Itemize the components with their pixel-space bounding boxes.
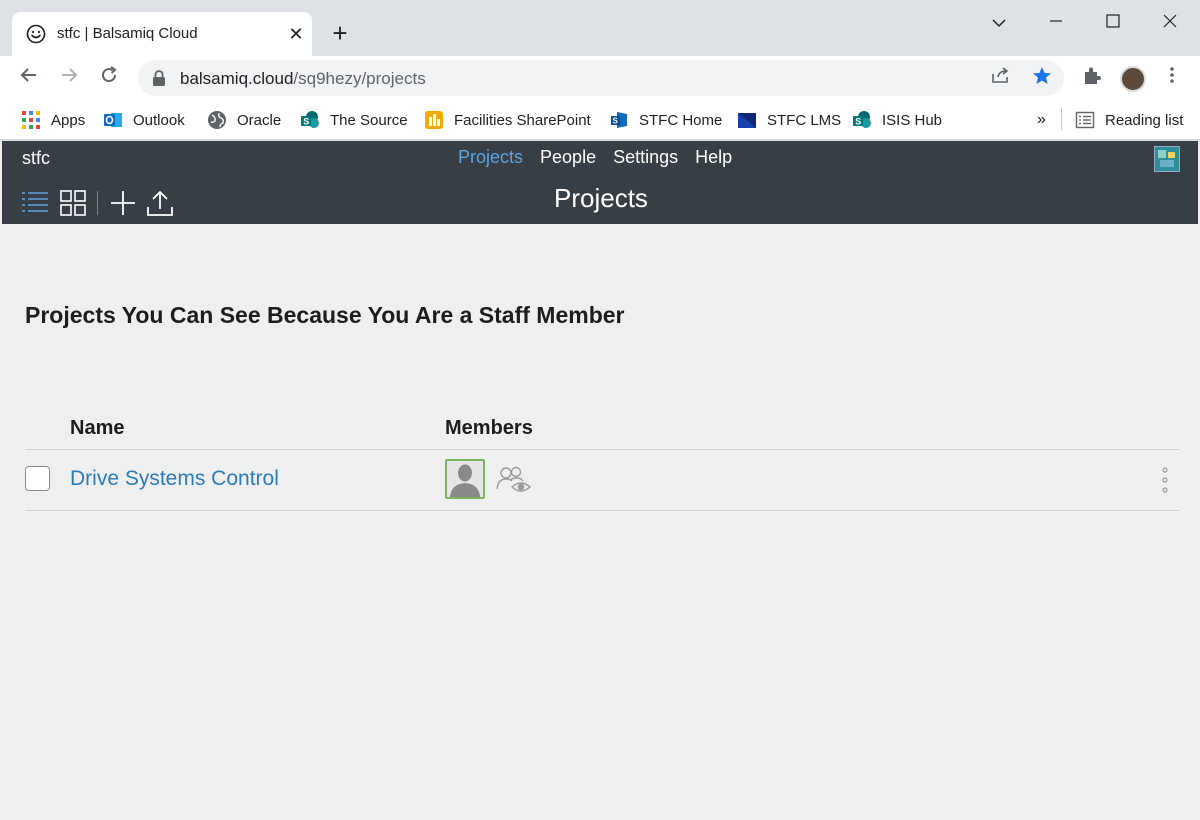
person-silhouette-icon: [447, 461, 483, 497]
project-name-link[interactable]: Drive Systems Control: [70, 467, 279, 491]
bookmark-label: STFC Home: [639, 111, 723, 129]
table-header-divider: [25, 449, 1179, 450]
bookmark-stfc-lms[interactable]: STFC LMS: [737, 108, 841, 132]
lock-icon: [153, 70, 165, 86]
bookmark-label: ISIS Hub: [882, 111, 943, 129]
row-menu-icon[interactable]: [1156, 465, 1174, 495]
grid-view-icon[interactable]: [59, 189, 87, 217]
sharepoint-icon: S: [853, 111, 871, 128]
new-tab-button[interactable]: +: [326, 20, 354, 48]
bookmark-label: Oracle: [237, 111, 282, 129]
user-avatar[interactable]: [1154, 146, 1180, 172]
bookmark-label: Facilities SharePoint: [454, 111, 591, 129]
nav-help[interactable]: Help: [695, 147, 732, 168]
tab-title: stfc | Balsamiq Cloud: [57, 25, 198, 42]
profile-avatar[interactable]: [1120, 66, 1146, 92]
sharepoint-icon: S: [611, 112, 627, 128]
close-window-icon[interactable]: [1150, 8, 1190, 36]
browser-toolbar: balsamiq.cloud/sq9hezy/projects: [0, 56, 1200, 100]
add-project-icon[interactable]: [109, 189, 137, 217]
facilities-icon: [425, 111, 443, 129]
sharepoint-icon: S: [301, 111, 319, 128]
bookmark-facilities-sharepoint[interactable]: Facilities SharePoint: [424, 108, 591, 132]
url-path: /sq9hezy/projects: [293, 69, 426, 88]
bookmarks-overflow-button[interactable]: »: [1037, 108, 1046, 132]
column-header-members: Members: [445, 417, 533, 439]
balsamiq-app: stfc Projects People Settings Help Proje…: [2, 141, 1198, 820]
tab-close-icon[interactable]: ✕: [284, 22, 308, 46]
section-title: Projects You Can See Because You Are a S…: [25, 302, 625, 328]
tab-strip: stfc | Balsamiq Cloud ✕ +: [0, 0, 1200, 56]
app-header: stfc Projects People Settings Help Proje…: [2, 141, 1198, 224]
svg-text:S: S: [613, 117, 619, 126]
bookmark-oracle[interactable]: Oracle: [207, 108, 281, 132]
url-host: balsamiq.cloud: [180, 69, 294, 88]
member-avatar[interactable]: [445, 459, 485, 499]
top-nav: Projects People Settings Help: [458, 147, 732, 168]
project-checkbox[interactable]: [25, 466, 50, 491]
tab-search-chevron-icon[interactable]: [979, 8, 1019, 36]
outlook-icon: [104, 113, 122, 127]
bookmark-stfc-home[interactable]: S STFC Home: [609, 108, 722, 132]
nav-projects[interactable]: Projects: [458, 147, 523, 168]
browser-chrome: stfc | Balsamiq Cloud ✕ + balsamiq.cloud…: [0, 0, 1200, 141]
browser-tab[interactable]: stfc | Balsamiq Cloud ✕: [12, 12, 312, 56]
bookmark-isis-hub[interactable]: S ISIS Hub: [852, 108, 942, 132]
bookmarks-divider: [1061, 108, 1062, 130]
list-view-icon[interactable]: [21, 189, 49, 217]
share-icon[interactable]: [989, 66, 1013, 90]
bookmark-label: STFC LMS: [767, 111, 842, 129]
toolbar-divider: [97, 191, 98, 215]
globe-icon: [208, 111, 226, 129]
bookmarks-bar: Apps Outlook Oracle S The Source Facilit…: [0, 100, 1200, 140]
address-bar[interactable]: balsamiq.cloud/sq9hezy/projects: [138, 60, 1064, 96]
reading-list-button[interactable]: Reading list: [1075, 108, 1183, 132]
space-name[interactable]: stfc: [22, 148, 50, 169]
nav-settings[interactable]: Settings: [613, 147, 678, 168]
maximize-icon[interactable]: [1093, 8, 1133, 36]
reload-icon[interactable]: [93, 62, 125, 94]
bookmark-label: Outlook: [133, 111, 185, 129]
upload-icon[interactable]: [146, 189, 174, 217]
url-text: balsamiq.cloud/sq9hezy/projects: [180, 69, 426, 89]
back-icon[interactable]: [13, 62, 45, 94]
nav-people[interactable]: People: [540, 147, 596, 168]
bookmark-the-source[interactable]: S The Source: [300, 108, 408, 132]
forward-icon[interactable]: [53, 62, 85, 94]
page-title: Projects: [554, 183, 648, 213]
bookmark-star-icon[interactable]: [1030, 66, 1054, 90]
bookmark-outlook[interactable]: Outlook: [103, 108, 185, 132]
bookmark-apps[interactable]: Apps: [21, 108, 85, 132]
apps-grid-icon: [22, 111, 40, 129]
smiley-favicon-icon: [26, 24, 46, 44]
minimize-icon[interactable]: [1036, 8, 1076, 36]
extensions-icon[interactable]: [1080, 66, 1104, 90]
svg-text:S: S: [855, 117, 861, 127]
bookmark-label: Apps: [51, 111, 86, 129]
browser-menu-icon[interactable]: [1160, 66, 1184, 90]
column-header-name[interactable]: Name: [70, 417, 124, 440]
reading-list-icon: [1075, 111, 1095, 129]
bookmark-label: The Source: [330, 111, 408, 129]
viewers-eye-icon[interactable]: [496, 465, 538, 493]
table-row-divider: [25, 510, 1179, 511]
svg-text:S: S: [303, 117, 309, 127]
lms-icon: [738, 113, 756, 128]
reading-list-label: Reading list: [1105, 111, 1184, 129]
